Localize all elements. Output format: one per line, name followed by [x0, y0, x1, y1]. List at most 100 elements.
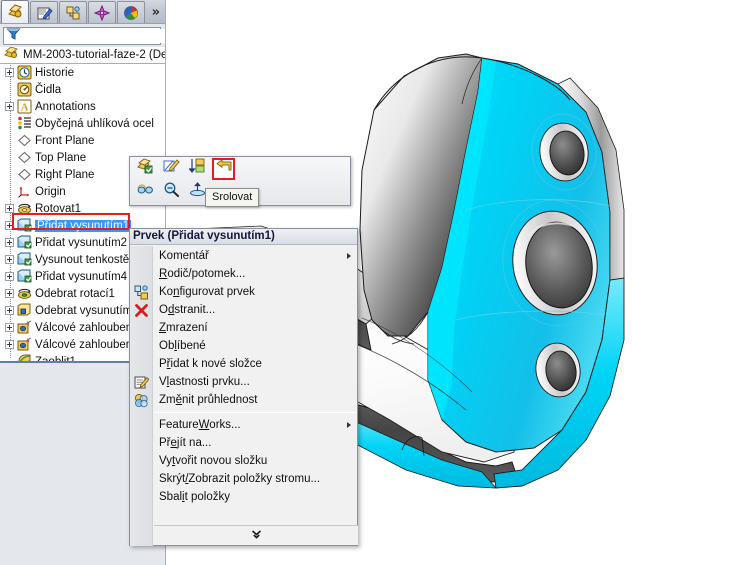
menu-item[interactable]: Sbalit položky: [130, 488, 357, 506]
menu-item[interactable]: Přidat k nové složce: [130, 355, 357, 373]
tab-dimxpert-manager[interactable]: [88, 1, 116, 23]
tree-item[interactable]: Obyčejná uhlíková ocel: [0, 115, 165, 132]
expand-plus-icon[interactable]: [5, 255, 14, 264]
tree-filter-input[interactable]: [21, 29, 165, 43]
tree-item[interactable]: Čidla: [0, 81, 165, 98]
menu-item-label: FeatureWorks...: [159, 419, 241, 431]
mini-toolbar-row-1: [130, 157, 350, 180]
expand-plus-icon[interactable]: [5, 221, 14, 230]
rollback-tooltip: Srolovat: [205, 188, 260, 207]
expand-plus-icon[interactable]: [5, 204, 14, 213]
tab-property-manager[interactable]: [30, 1, 58, 23]
tree-item[interactable]: Historie: [0, 64, 165, 81]
tab-display-manager[interactable]: [117, 1, 145, 23]
menu-item-label: Konfigurovat prvek: [159, 286, 255, 298]
menu-item[interactable]: Změnit průhlednost: [130, 391, 357, 409]
plane-icon: [17, 150, 32, 165]
edit-feature-button[interactable]: [134, 158, 157, 180]
feature-context-menu[interactable]: Prvek (Přidat vysunutím1) Komentář Rodič/…: [129, 228, 358, 546]
tree-item-label: Odebrat rotací1: [35, 287, 115, 300]
tree-stub: [5, 85, 14, 94]
menu-item-label: Rodič/potomek...: [159, 268, 246, 280]
context-menu-title: Prvek (Přidat vysunutím1): [130, 229, 357, 245]
menu-item-label: Sbalit položky: [159, 491, 230, 503]
expand-plus-icon[interactable]: [5, 306, 14, 315]
menu-item-label: Skrýt/Zobrazit položky stromu...: [159, 473, 321, 485]
history-icon: [17, 65, 32, 80]
tree-item-label: Right Plane: [35, 168, 95, 181]
expand-plus-icon[interactable]: [5, 272, 14, 281]
tree-stub: [5, 187, 14, 196]
extrude-boss-icon: [17, 218, 32, 233]
tree-item-label: Čidla: [35, 83, 62, 96]
reorder-button[interactable]: [186, 158, 209, 180]
menu-item[interactable]: Zmrazení: [130, 319, 357, 337]
tree-stub: [5, 153, 14, 162]
menu-item[interactable]: Rodič/potomek...: [130, 265, 357, 283]
hole-wizard-icon: [17, 337, 32, 352]
revolve-cut-icon: [17, 286, 32, 301]
menu-item[interactable]: FeatureWorks...: [130, 416, 357, 434]
menu-item[interactable]: Přejít na...: [130, 434, 357, 452]
panel-tab-strip: »: [0, 0, 165, 24]
expand-plus-icon[interactable]: [5, 340, 14, 349]
menu-item-label: Odstranit...: [159, 304, 216, 316]
tab-feature-manager[interactable]: [1, 0, 29, 23]
menu-item[interactable]: Komentář: [130, 247, 357, 265]
context-menu-items[interactable]: Komentář Rodič/potomek... Konfigurovat prv…: [130, 245, 357, 506]
tree-item-label: Přidat vysunutím1: [35, 219, 132, 232]
expand-plus-icon[interactable]: [5, 238, 14, 247]
expand-plus-icon[interactable]: [5, 102, 14, 111]
panel-more-tabs-button[interactable]: »: [152, 3, 160, 23]
menu-item[interactable]: Vytvořit novou složku: [130, 452, 357, 470]
rollback-button[interactable]: [212, 157, 235, 180]
sensors-icon: [17, 82, 32, 97]
tree-item-label: Odebrat vysunutím: [35, 304, 133, 317]
submenu-arrow-icon: [347, 253, 351, 259]
menu-item[interactable]: Oblíbené: [130, 337, 357, 355]
tree-item-label: Vysunout tenkostě: [35, 253, 130, 266]
tree-item[interactable]: A Annotations: [0, 98, 165, 115]
extrude-cut-icon: [17, 303, 32, 318]
plane-icon: [17, 133, 32, 148]
double-chevron-down-icon: [251, 529, 262, 543]
tree-root-item[interactable]: MM-2003-tutorial-faze-2 (Defa: [0, 47, 165, 64]
extrude-boss-icon: [17, 269, 32, 284]
feature-properties-icon: [133, 374, 149, 390]
transparency-icon: [133, 392, 149, 408]
menu-item[interactable]: Konfigurovat prvek: [130, 283, 357, 301]
tree-item-label: Obyčejná uhlíková ocel: [35, 117, 154, 130]
expand-plus-icon[interactable]: [5, 323, 14, 332]
feature-tree-icon: [7, 4, 24, 20]
tree-item-label: Válcové zahlouben: [35, 338, 133, 351]
reorder-icon: [188, 158, 206, 179]
tree-stub: [5, 170, 14, 179]
plane-icon: [17, 167, 32, 182]
tree-item-label: Válcové zahlouben: [35, 321, 133, 334]
extrude-boss-icon: [17, 252, 32, 267]
tree-item[interactable]: Front Plane: [0, 132, 165, 149]
revolve-boss-icon: [17, 201, 32, 216]
tree-item-label: Historie: [35, 66, 74, 79]
part-document-icon: [4, 47, 19, 64]
menu-item[interactable]: Odstranit...: [130, 301, 357, 319]
hole-wizard-icon: [17, 320, 32, 335]
edit-sketch-button[interactable]: [160, 158, 183, 180]
menu-item-label: Oblíbené: [159, 340, 206, 352]
context-menu-expand-button[interactable]: [154, 525, 358, 545]
edit-feature-icon: [137, 158, 154, 179]
annotations-icon: A: [17, 99, 32, 114]
tree-filter-bar[interactable]: [3, 27, 165, 45]
expand-plus-icon[interactable]: [5, 68, 14, 77]
tab-configuration-manager[interactable]: [59, 1, 87, 23]
hide-show-button[interactable]: [134, 181, 157, 203]
zoom-to-selection-button[interactable]: [160, 181, 183, 203]
extrude-boss-icon: [17, 235, 32, 250]
menu-item[interactable]: Vlastnosti prvku...: [130, 373, 357, 391]
zoom-magnifier-icon: [163, 182, 180, 202]
expand-plus-icon[interactable]: [5, 289, 14, 298]
property-manager-icon: [36, 5, 53, 21]
menu-item[interactable]: Skrýt/Zobrazit položky stromu...: [130, 470, 357, 488]
configuration-manager-icon: [65, 5, 82, 21]
tree-item-label: Přidat vysunutím2: [35, 236, 128, 249]
